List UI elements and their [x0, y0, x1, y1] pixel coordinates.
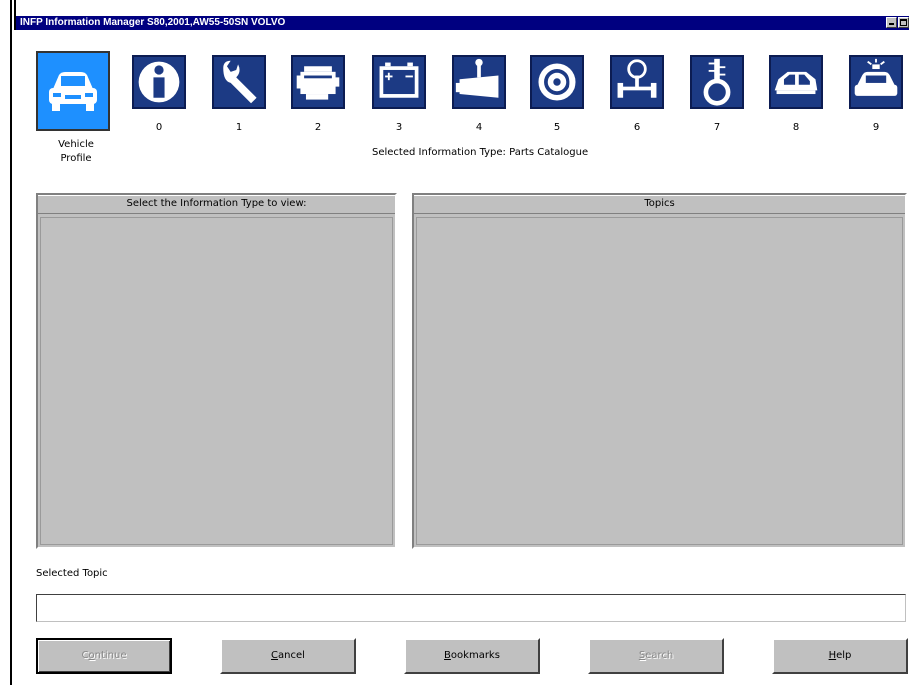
brake-disc-icon — [538, 63, 576, 101]
topics-list[interactable] — [416, 217, 903, 545]
info-type-1-button[interactable] — [212, 55, 266, 109]
steering-icon — [617, 59, 657, 98]
vehicle-profile-line1: Vehicle — [58, 139, 94, 150]
vehicle-profile-line2: Profile — [60, 153, 92, 164]
info-type-9-number: 9 — [872, 122, 880, 133]
help-button[interactable]: Help — [772, 638, 908, 674]
continue-button[interactable]: Continue — [36, 638, 172, 674]
info-type-7-button[interactable] — [690, 55, 744, 109]
police-car-icon — [854, 58, 898, 96]
info-type-4-button[interactable] — [452, 55, 506, 109]
wrench-icon — [223, 60, 257, 104]
info-type-8-number: 8 — [792, 122, 800, 133]
continue-label-post: ntinue — [94, 650, 127, 661]
selected-topic-field[interactable] — [36, 594, 906, 622]
info-type-3-number: 3 — [395, 122, 403, 133]
bookmarks-label-post: ookmarks — [450, 650, 500, 661]
vehicle-profile-label: Vehicle Profile — [36, 138, 116, 166]
help-label-post: elp — [836, 650, 852, 661]
info-type-8-button[interactable] — [769, 55, 823, 109]
cancel-label-post: ancel — [278, 650, 305, 661]
topics-panel: Topics — [412, 193, 907, 549]
bookmarks-label-accel: B — [444, 650, 451, 661]
topics-header: Topics — [414, 195, 905, 214]
info-type-0-number: 0 — [155, 122, 163, 133]
title-bar: INFP Information Manager S80,2001,AW55-5… — [16, 16, 909, 30]
search-label-post: earch — [645, 650, 674, 661]
window-left-edge — [10, 0, 12, 685]
info-type-2-button[interactable] — [291, 55, 345, 109]
information-type-list[interactable] — [40, 217, 393, 545]
cancel-button[interactable]: Cancel — [220, 638, 356, 674]
info-type-6-button[interactable] — [610, 55, 664, 109]
cancel-label-accel: C — [271, 650, 279, 661]
selected-information-type: Selected Information Type: Parts Catalog… — [372, 147, 589, 158]
info-type-6-number: 6 — [633, 122, 641, 133]
info-type-1-number: 1 — [235, 122, 243, 133]
selected-topic-label: Selected Topic — [36, 568, 108, 579]
info-type-7-number: 7 — [713, 122, 721, 133]
minimize-button[interactable] — [886, 17, 897, 28]
window-title: INFP Information Manager S80,2001,AW55-5… — [20, 17, 286, 28]
vehicle-profile-button[interactable] — [36, 51, 110, 131]
maximize-button[interactable] — [898, 17, 909, 28]
info-type-5-number: 5 — [553, 122, 561, 133]
info-type-0-button[interactable] — [132, 55, 186, 109]
search-button[interactable]: Search — [588, 638, 724, 674]
transmission-icon — [455, 58, 499, 98]
info-type-3-button[interactable] — [372, 55, 426, 109]
car-front-icon — [49, 72, 97, 111]
engine-icon — [296, 66, 340, 100]
info-type-5-button[interactable] — [530, 55, 584, 109]
car-body-icon — [774, 71, 818, 95]
info-type-4-number: 4 — [475, 122, 483, 133]
suspension-spring-icon — [703, 58, 731, 106]
bookmarks-button[interactable]: Bookmarks — [404, 638, 540, 674]
help-label-accel: H — [828, 650, 837, 661]
info-type-2-number: 2 — [314, 122, 322, 133]
info-type-9-button[interactable] — [849, 55, 903, 109]
battery-icon — [379, 62, 419, 98]
information-type-panel: Select the Information Type to view: — [36, 193, 397, 549]
info-icon — [138, 61, 180, 103]
information-type-header: Select the Information Type to view: — [38, 195, 395, 214]
